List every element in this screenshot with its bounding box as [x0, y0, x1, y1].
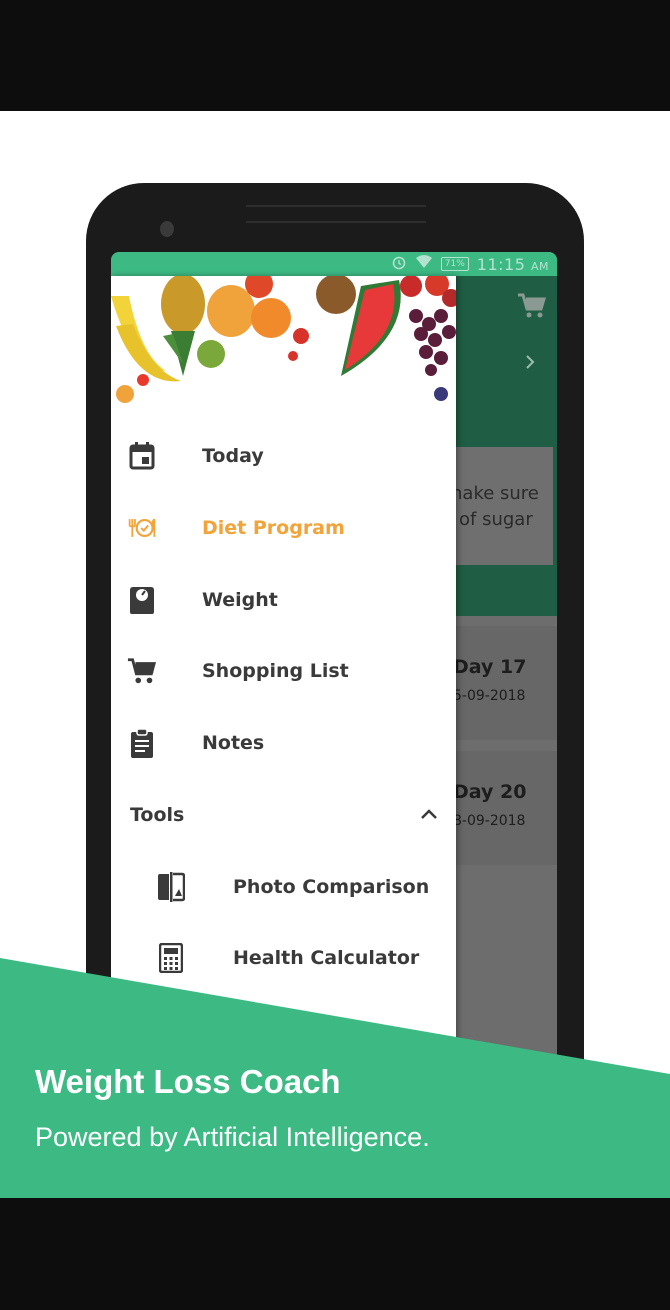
drawer-item-weight[interactable]: Weight [111, 572, 456, 628]
phone-screen: 71% 11:15 AM nake sure of sugar Day 17 5… [111, 252, 557, 1152]
phone-camera [160, 221, 174, 237]
drawer-item-label: Photo Comparison [233, 876, 430, 898]
day-date: 5-09-2018 [453, 688, 526, 704]
drawer-item-photo-comparison[interactable]: Photo Comparison [111, 859, 456, 915]
scale-icon [127, 585, 157, 615]
promo-title: Weight Loss Coach [35, 1063, 341, 1100]
status-clock: 11:15 AM [476, 254, 549, 274]
drawer-item-label: Diet Program [202, 517, 345, 539]
cart-icon [127, 656, 157, 686]
chevron-right-icon [524, 352, 536, 377]
cart-icon [517, 292, 547, 326]
diet-plate-icon [127, 513, 157, 543]
chevron-up-icon[interactable] [417, 803, 441, 827]
bottom-black-bar [0, 1198, 670, 1310]
drawer-item-health-calculator[interactable]: Health Calculator [111, 930, 456, 986]
fruits-header-image [111, 276, 456, 416]
drawer-item-label: Health Calculator [233, 947, 420, 969]
tools-label: Tools [130, 804, 185, 826]
drawer-item-today[interactable]: Today [111, 428, 456, 484]
drawer-item-diet-program[interactable]: Diet Program [111, 500, 456, 556]
top-black-bar [0, 0, 670, 111]
alarm-icon [391, 254, 407, 274]
clipboard-icon [127, 728, 157, 758]
drawer-item-label: Notes [202, 732, 265, 754]
drawer-item-label: Shopping List [202, 660, 349, 682]
navigation-drawer: Today Diet Program Weight Shopping List [111, 276, 456, 1152]
tip-card-line: of sugar [459, 509, 533, 530]
wifi-icon [415, 255, 433, 273]
drawer-item-label: Today [202, 445, 264, 467]
compare-icon [156, 872, 186, 902]
calendar-icon [127, 441, 157, 471]
drawer-item-label: Weight [202, 589, 278, 611]
day-title: Day 17 [453, 656, 527, 678]
day-title: Day 20 [453, 781, 527, 803]
calculator-icon [156, 943, 186, 973]
phone-speaker [246, 205, 426, 223]
day-date: 8-09-2018 [453, 813, 526, 829]
promo-subtitle: Powered by Artificial Intelligence. [35, 1122, 430, 1152]
drawer-item-notes[interactable]: Notes [111, 715, 456, 771]
drawer-item-shopping-list[interactable]: Shopping List [111, 643, 456, 699]
tools-section-header[interactable]: Tools [111, 787, 456, 843]
battery-icon: 71% [440, 257, 469, 271]
tip-card-line: nake sure [451, 483, 539, 504]
status-bar: 71% 11:15 AM [111, 252, 557, 276]
